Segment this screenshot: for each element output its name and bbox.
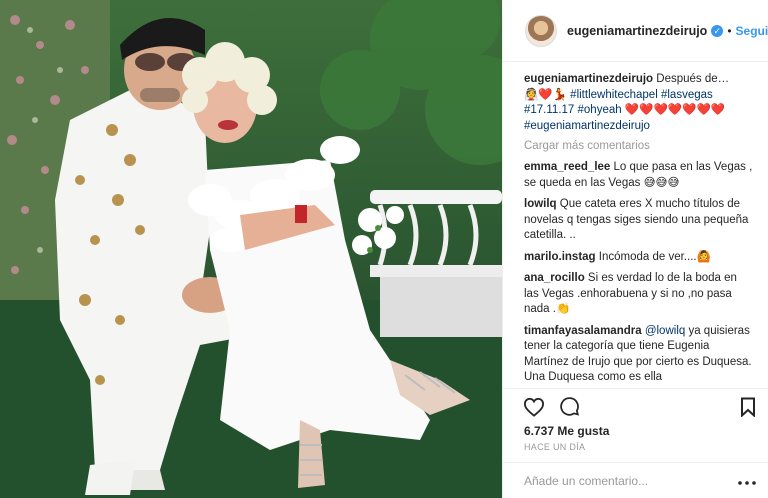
caption: eugeniamartinezdeirujo Después de… 👰❤️💃 …: [524, 72, 754, 134]
post-timestamp[interactable]: HACE UN DÍA: [503, 442, 768, 462]
add-comment-input[interactable]: Añade un comentario...: [524, 474, 648, 488]
comment-text: Incómoda de ver....🙆: [598, 250, 711, 263]
comment: lowilq Que cateta eres X mucho títulos d…: [524, 197, 754, 244]
comment-text: Que cateta eres X mucho títulos de novel…: [524, 198, 749, 241]
verified-badge-icon: ✓: [711, 24, 724, 37]
wedding-photo-image: [0, 0, 502, 498]
hashtag-littlewhitechapel[interactable]: #littlewhitechapel: [570, 89, 658, 101]
add-comment-bar: Añade un comentario...: [503, 462, 768, 498]
comment-username[interactable]: timanfayasalamandra: [524, 325, 642, 337]
comment-username[interactable]: marilo.instag: [524, 251, 596, 263]
user-avatar[interactable]: [525, 14, 557, 47]
more-options-icon[interactable]: [738, 474, 756, 488]
comment: timanfayasalamandra @lowilq ya quisieras…: [524, 324, 754, 386]
comment-username[interactable]: emma_reed_lee: [524, 161, 610, 173]
comment: emma_reed_lee Lo que pasa en las Vegas ,…: [524, 160, 754, 191]
action-bar: [503, 388, 768, 424]
comment: ana_rocillo Si es verdad lo de la boda e…: [524, 271, 754, 318]
caption-username[interactable]: eugeniamartinezdeirujo: [524, 73, 653, 85]
caption-text: Después de…: [656, 73, 730, 85]
comment-username[interactable]: lowilq: [524, 198, 557, 210]
comment: marilo.instag Incómoda de ver....🙆: [524, 250, 754, 266]
caption-emojis: 👰❤️💃: [524, 88, 567, 101]
load-more-comments-link[interactable]: Cargar más comentarios: [524, 140, 754, 152]
heart-icon[interactable]: [523, 397, 545, 417]
comment-username[interactable]: ana_rocillo: [524, 272, 585, 284]
caption-hearts: ❤️❤️❤️❤️❤️❤️❤️: [624, 104, 726, 116]
follow-button[interactable]: Seguir: [736, 24, 768, 38]
likes-count[interactable]: 6.737 Me gusta: [503, 424, 768, 442]
bookmark-icon[interactable]: [740, 397, 756, 417]
hashtag-date[interactable]: #17.11.17: [524, 104, 574, 116]
author-username[interactable]: eugeniamartinezdeirujo: [567, 24, 707, 38]
hashtag-ohyeah[interactable]: #ohyeah: [578, 104, 622, 116]
comment-icon[interactable]: [559, 396, 580, 417]
instagram-post: eugeniamartinezdeirujo ✓ • Seguir eugeni…: [0, 0, 768, 498]
separator-dot: •: [727, 23, 732, 38]
hashtag-lasvegas[interactable]: #lasvegas: [661, 89, 713, 101]
post-photo[interactable]: [0, 0, 502, 498]
comment-mention[interactable]: @lowilq: [645, 325, 685, 337]
comments-list: eugeniamartinezdeirujo Después de… 👰❤️💃 …: [503, 62, 768, 388]
post-sidebar: eugeniamartinezdeirujo ✓ • Seguir eugeni…: [502, 0, 768, 498]
post-header: eugeniamartinezdeirujo ✓ • Seguir: [503, 0, 768, 62]
hashtag-author[interactable]: #eugeniamartinezdeirujo: [524, 120, 650, 132]
